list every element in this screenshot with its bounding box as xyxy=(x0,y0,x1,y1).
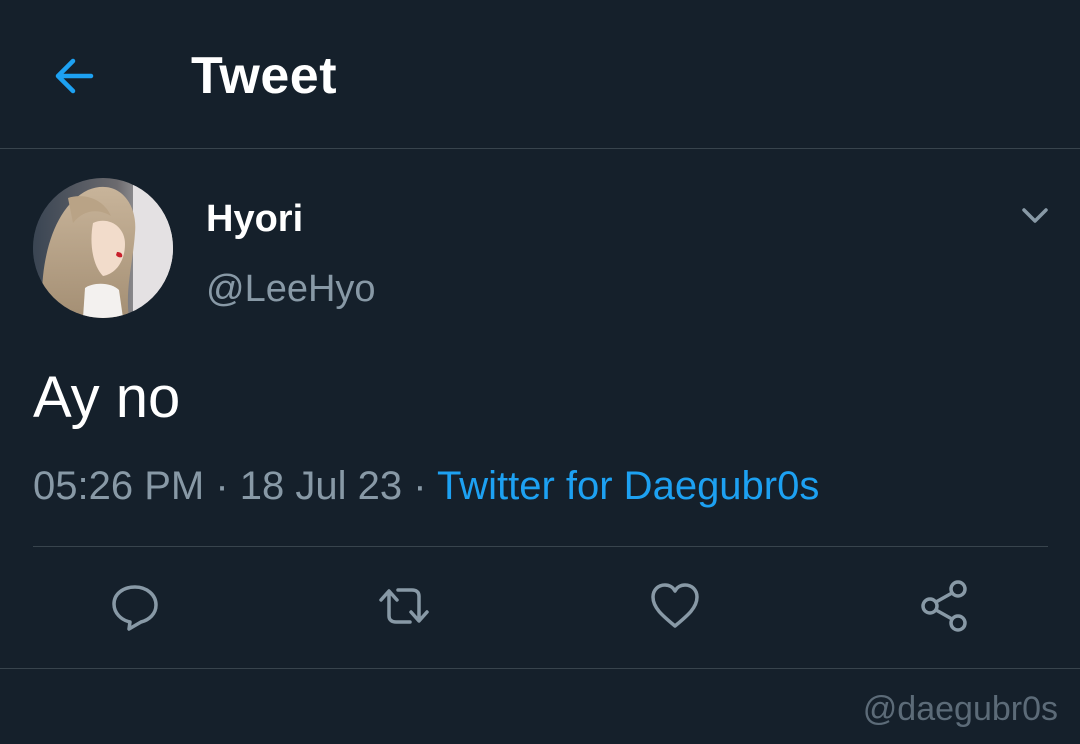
back-button[interactable] xyxy=(42,44,106,108)
reply-icon xyxy=(112,585,158,631)
author-display-name[interactable]: Hyori xyxy=(206,196,303,242)
tweet-source-link[interactable]: Twitter for Daegubr0s xyxy=(437,464,819,508)
tweet-actions-bar xyxy=(0,560,1080,652)
divider xyxy=(33,546,1048,547)
retweet-button[interactable] xyxy=(374,576,434,636)
app-header: Tweet xyxy=(0,0,1080,149)
watermark: @daegubr0s xyxy=(862,690,1058,728)
chevron-down-icon xyxy=(1022,208,1048,223)
share-button[interactable] xyxy=(914,576,974,636)
arrow-left-icon xyxy=(55,58,94,94)
tweet-date: 18 Jul 23 xyxy=(239,464,403,508)
tweet-text: Ay no xyxy=(33,365,181,430)
heart-icon xyxy=(651,583,699,628)
reply-button[interactable] xyxy=(105,576,165,636)
tweet-time: 05:26 PM xyxy=(33,464,205,508)
author-handle[interactable]: @LeeHyo xyxy=(206,265,376,313)
divider xyxy=(0,668,1080,669)
tweet-options-button[interactable] xyxy=(1010,190,1060,240)
page-title: Tweet xyxy=(191,47,338,105)
retweet-icon xyxy=(379,588,429,624)
like-button[interactable] xyxy=(645,576,705,636)
meta-separator: · xyxy=(413,464,427,508)
avatar[interactable] xyxy=(33,178,173,318)
meta-separator: · xyxy=(215,464,229,508)
share-icon xyxy=(921,580,967,632)
avatar-image xyxy=(33,178,173,318)
tweet-meta: 05:26 PM · 18 Jul 23 · Twitter for Daegu… xyxy=(33,460,819,512)
